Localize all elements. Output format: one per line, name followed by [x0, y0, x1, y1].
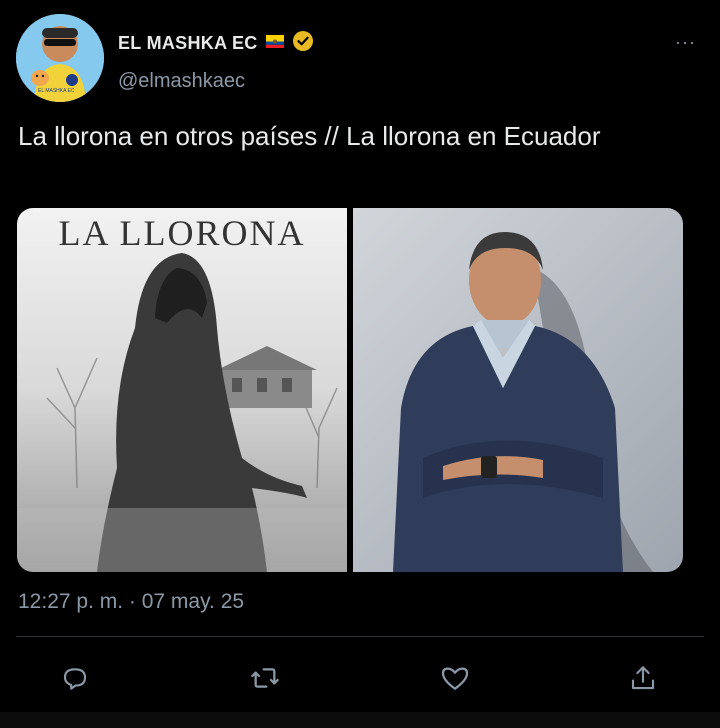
tweet-actions	[0, 656, 720, 700]
name-row: EL MASHKA EC	[118, 30, 314, 57]
avatar[interactable]: EL MASHKA EC	[16, 14, 104, 102]
divider	[16, 636, 704, 637]
more-options-icon[interactable]: ···	[675, 32, 696, 53]
verified-badge-icon	[292, 30, 314, 57]
retweet-icon[interactable]	[243, 656, 287, 700]
ecuador-flag-icon	[265, 34, 284, 53]
display-name[interactable]: EL MASHKA EC	[118, 33, 258, 54]
avatar-image: EL MASHKA EC	[16, 14, 104, 102]
media-image-la-llorona[interactable]: LA LLORONA	[17, 208, 347, 572]
portrait-illustration	[393, 232, 653, 572]
user-handle[interactable]: @elmashkaec	[118, 70, 245, 93]
tweet-text: La llorona en otros países // La llorona…	[18, 121, 601, 151]
reply-icon[interactable]	[53, 656, 97, 700]
tweet-media[interactable]: LA LLORONA	[17, 208, 683, 572]
avatar-label: EL MASHKA EC	[38, 88, 75, 94]
media-image-portrait[interactable]	[353, 208, 683, 572]
bottom-bar	[0, 712, 720, 728]
tweet-timestamp[interactable]: 12:27 p. m. · 07 may. 25	[18, 590, 244, 614]
like-icon[interactable]	[433, 656, 477, 700]
share-icon[interactable]	[621, 656, 665, 700]
poster-illustration	[17, 253, 347, 572]
